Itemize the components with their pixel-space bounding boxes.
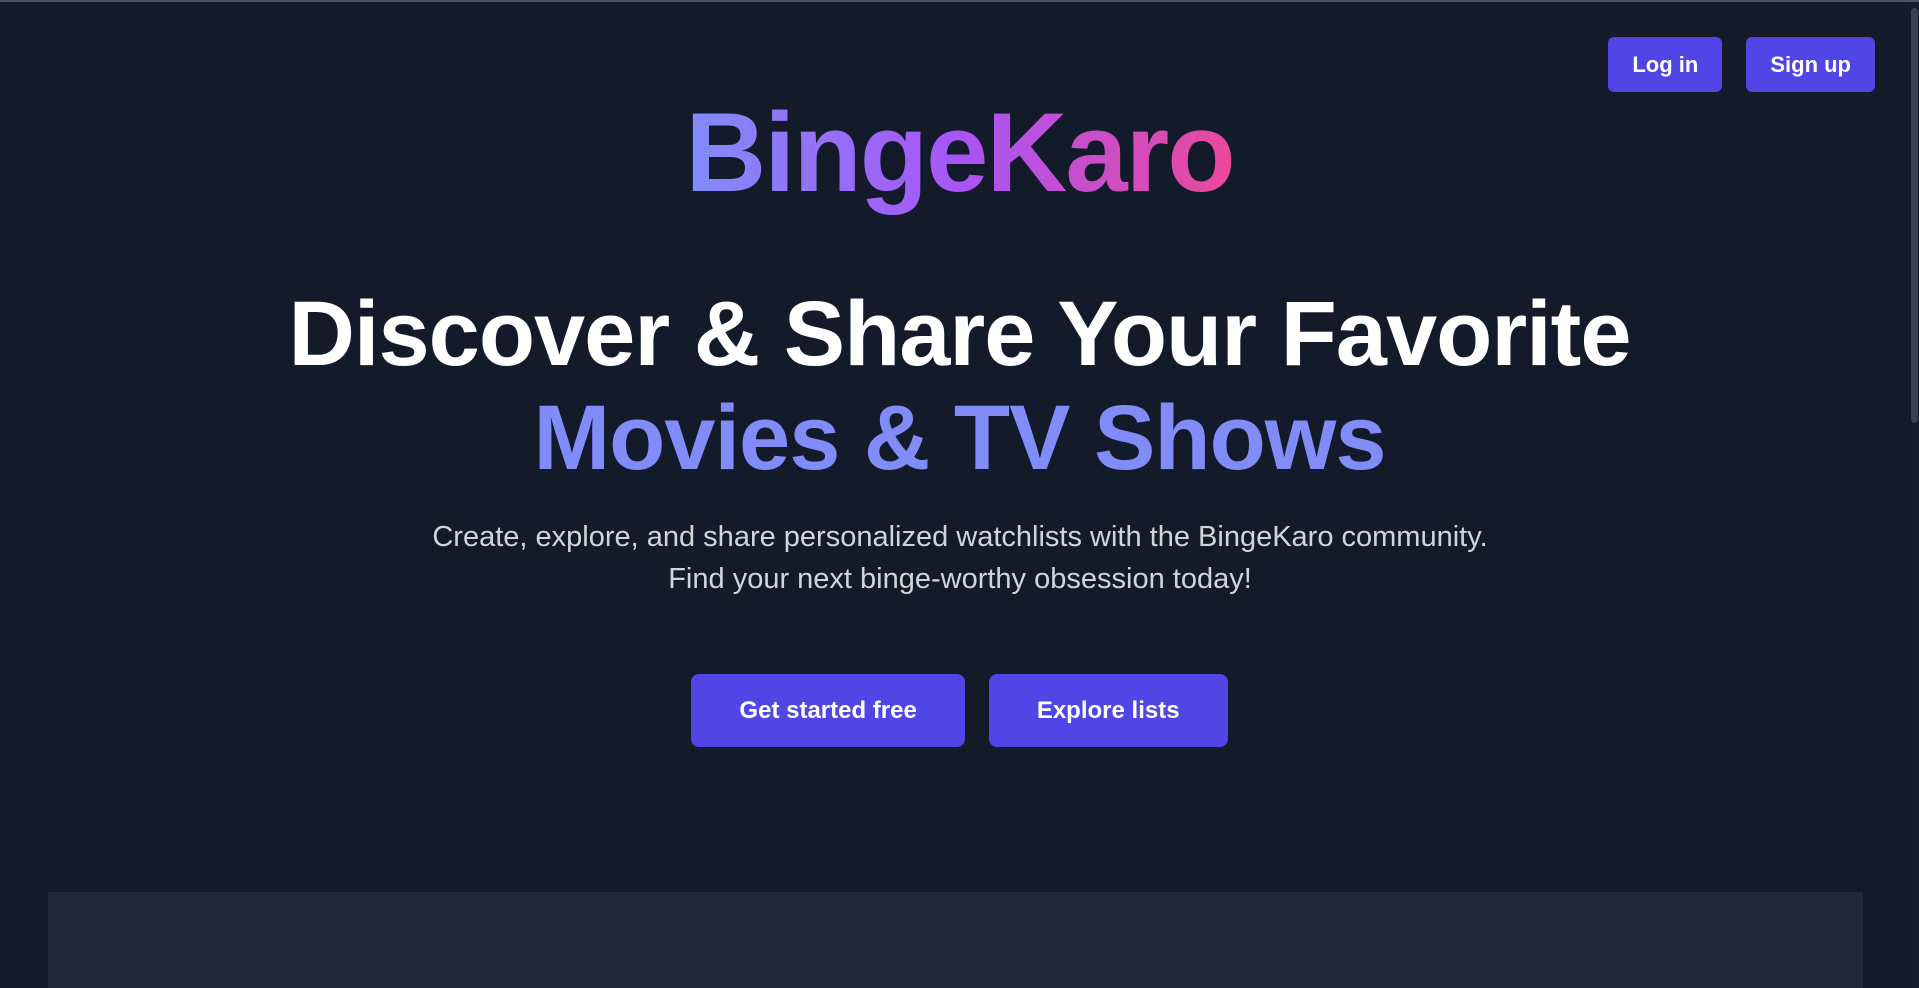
content-panel xyxy=(48,892,1863,988)
hero-headline-accent: Movies & TV Shows xyxy=(533,387,1386,489)
scrollbar-thumb[interactable] xyxy=(1911,8,1918,423)
hero-headline-line1: Discover & Share Your Favorite xyxy=(288,283,1631,385)
signup-button[interactable]: Sign up xyxy=(1746,37,1875,92)
hero-subtitle: Create, explore, and share personalized … xyxy=(432,521,1488,595)
hero-headline: Discover & Share Your Favorite Movies & … xyxy=(0,282,1919,490)
brand-logo: BingeKaro xyxy=(0,88,1919,218)
landing-page: Log in Sign up BingeKaro Discover & Shar… xyxy=(0,0,1919,988)
vertical-scrollbar[interactable] xyxy=(1910,2,1919,988)
get-started-button[interactable]: Get started free xyxy=(691,674,965,747)
explore-lists-button[interactable]: Explore lists xyxy=(988,674,1228,747)
window-top-border xyxy=(0,0,1919,2)
brand-logo-text: BingeKaro xyxy=(685,90,1235,215)
cta-row: Get started free Explore lists xyxy=(0,674,1919,747)
header-actions: Log in Sign up xyxy=(1608,37,1875,92)
login-button[interactable]: Log in xyxy=(1608,37,1723,92)
